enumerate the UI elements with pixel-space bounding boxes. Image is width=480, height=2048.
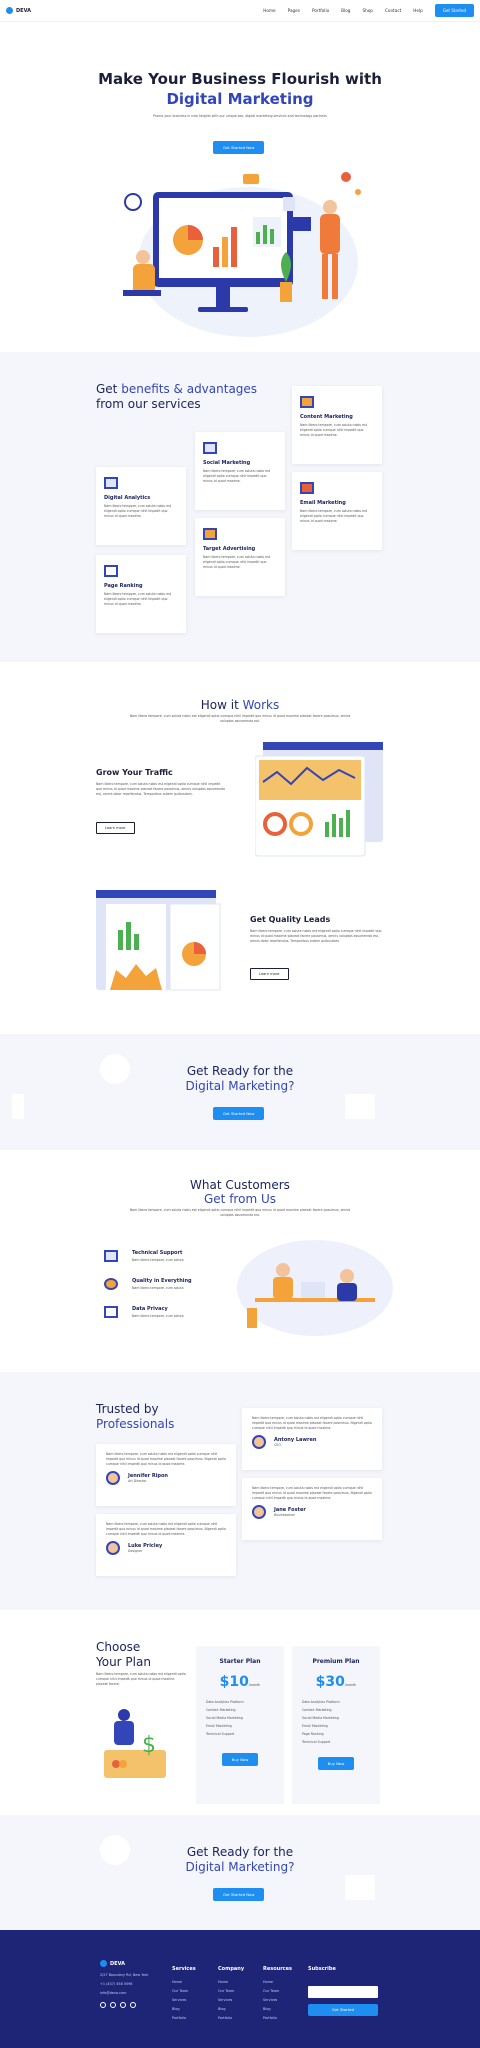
avatar <box>106 1471 120 1485</box>
svg-text:$: $ <box>142 1733 156 1758</box>
customers-subtitle: Nam libero tempore, cum soluta nobis est… <box>129 1208 351 1217</box>
starter-buy-button[interactable]: Buy Now <box>221 1753 259 1766</box>
hero-section: Make Your Business Flourish with Digital… <box>0 22 480 352</box>
cta-button[interactable]: Get Started Now <box>213 1107 265 1120</box>
nav-home[interactable]: Home <box>263 8 275 13</box>
footer-logo[interactable]: DEVA <box>100 1960 148 1967</box>
brand-logo[interactable]: DEVA <box>6 7 31 14</box>
footer-address: 2/27 Boundary Rd, New York <box>100 1973 149 1977</box>
avatar <box>252 1505 266 1519</box>
content-marketing-icon <box>300 396 314 408</box>
subscribe-email-input[interactable] <box>308 1985 378 1998</box>
email-marketing-icon <box>300 482 314 494</box>
benefit-card[interactable]: Page Ranking Nam libero tempore, cum sol… <box>96 555 186 633</box>
facebook-icon[interactable] <box>110 2002 116 2008</box>
leads-illustration <box>96 890 221 991</box>
starter-plan-card: Starter Plan $10/month Data Analytics Pl… <box>196 1646 284 1804</box>
testimonial-card: Nam libero tempore, cum soluta nobis est… <box>242 1478 382 1540</box>
page-ranking-icon <box>104 565 118 577</box>
nav-portfolio[interactable]: Portfolio <box>312 8 329 13</box>
customers-illustration <box>237 1240 393 1336</box>
footer-phone: +1 (437) 458 5596 <box>100 1982 133 1986</box>
privacy-icon <box>104 1306 118 1318</box>
cta-title-accent: Digital Marketing? <box>185 1860 295 1874</box>
feature-title-traffic: Grow Your Traffic <box>96 768 173 777</box>
nav-pages[interactable]: Pages <box>288 8 300 13</box>
cta-banner-2: Get Ready for the Digital Marketing? Get… <box>0 1815 480 1930</box>
plans-illustration: $ <box>104 1709 166 1778</box>
hero-title: Make Your Business Flourish with <box>98 70 382 88</box>
benefits-title: Get benefits & advantages from our servi… <box>96 382 258 411</box>
decor-bars <box>345 1094 375 1119</box>
footer-company: Company Home Our Team Services Blog Port… <box>218 1966 245 2020</box>
plans-title: Choose Your Plan <box>96 1640 151 1669</box>
top-nav: DEVA Home Pages Portfolio Blog Shop Cont… <box>0 0 480 22</box>
plans-text: Nam libero tempore, cum soluta nobis est… <box>96 1672 186 1686</box>
benefits-section: Get benefits & advantages from our servi… <box>0 352 480 662</box>
feature-text-leads: Nam libero tempore, cum soluta nobis est… <box>250 929 382 943</box>
footer-resources: Resources Home Our Team Services Blog Po… <box>263 1966 293 2020</box>
learn-more-leads-button[interactable]: Learn more <box>250 968 289 980</box>
premium-buy-button[interactable]: Buy Now <box>317 1757 355 1770</box>
cta-button[interactable]: Get Started Now <box>213 1888 265 1901</box>
benefit-card[interactable]: Content Marketing Nam libero tempore, cu… <box>292 386 382 464</box>
instagram-icon[interactable] <box>100 2002 106 2008</box>
testimonial-card: Nam libero tempore, cum soluta nobis est… <box>96 1514 236 1576</box>
traffic-illustration <box>255 742 383 857</box>
target-advertising-icon <box>203 528 217 540</box>
youtube-icon[interactable] <box>130 2002 136 2008</box>
cta-banner-1: Get Ready for the Digital Marketing? Get… <box>0 1034 480 1150</box>
cta-title: Get Ready for the <box>186 1064 294 1078</box>
benefit-card[interactable]: Digital Analytics Nam libero tempore, cu… <box>96 467 186 545</box>
premium-features: Data Analytics Platform Content Marketin… <box>302 1700 340 1744</box>
hero-title-accent: Digital Marketing <box>166 90 314 108</box>
logo-icon <box>100 1960 107 1967</box>
customers-title: What Customers <box>190 1178 290 1192</box>
premium-plan-card: Premium Plan $30/month Data Analytics Pl… <box>292 1646 380 1804</box>
main-menu: Home Pages Portfolio Blog Shop Contact H… <box>263 8 423 13</box>
customers-title-accent: Get from Us <box>204 1192 276 1206</box>
nav-contact[interactable]: Contact <box>385 8 401 13</box>
cta-title-accent: Digital Marketing? <box>185 1079 295 1093</box>
social-marketing-icon <box>203 442 217 454</box>
cta-title: Get Ready for the <box>186 1845 294 1859</box>
footer-email[interactable]: info@deva.com <box>100 1989 148 1998</box>
learn-more-traffic-button[interactable]: Learn more <box>96 822 135 834</box>
customers-section: What Customers Get from Us Nam libero te… <box>0 1150 480 1372</box>
feature-title-leads: Get Quality Leads <box>250 915 331 924</box>
decor-bar <box>12 1094 24 1119</box>
benefit-card[interactable]: Target Advertising Nam libero tempore, c… <box>195 518 285 596</box>
benefit-card[interactable]: Email Marketing Nam libero tempore, cum … <box>292 472 382 550</box>
nav-shop[interactable]: Shop <box>362 8 373 13</box>
footer-services: Services Home Our Team Services Blog Por… <box>172 1966 196 2020</box>
hero-illustration <box>123 172 361 337</box>
testimonial-card: Nam libero tempore, cum soluta nobis est… <box>242 1408 382 1470</box>
trusted-section: Trusted by Professionals Nam libero tempo… <box>0 1372 480 1610</box>
how-title: How it Works <box>200 698 280 712</box>
logo-icon <box>6 7 13 14</box>
testimonial-card: Nam libero tempore, cum soluta nobis est… <box>96 1444 236 1506</box>
decor-bars <box>345 1875 375 1900</box>
hero-cta-button[interactable]: Get Started Now <box>213 141 265 154</box>
footer-subscribe: Subscribe Get Started <box>308 1966 380 2016</box>
starter-features: Data Analytics Platform Content Marketin… <box>206 1700 244 1736</box>
nav-get-started-button[interactable]: Get Started <box>434 4 474 17</box>
twitter-icon[interactable] <box>120 2002 126 2008</box>
how-subtitle: Nam libero tempore, cum soluta nobis est… <box>129 714 351 723</box>
avatar <box>252 1435 266 1449</box>
support-icon <box>104 1250 118 1262</box>
feature-text-traffic: Nam libero tempore, cum soluta nobis est… <box>96 782 225 796</box>
subscribe-button[interactable]: Get Started <box>308 2003 378 2016</box>
trusted-title: Trusted by Professionals <box>96 1402 175 1431</box>
hero-subtitle: Promo your business in new heights with … <box>153 114 327 118</box>
plans-section: Choose Your Plan Nam libero tempore, cum … <box>0 1610 480 1815</box>
footer: DEVA 2/27 Boundary Rd, New York +1 (437)… <box>0 1930 480 2048</box>
how-section: How it Works Nam libero tempore, cum sol… <box>0 662 480 1034</box>
nav-blog[interactable]: Blog <box>341 8 350 13</box>
avatar <box>106 1541 120 1555</box>
benefit-card[interactable]: Social Marketing Nam libero tempore, cum… <box>195 432 285 510</box>
nav-help[interactable]: Help <box>413 8 423 13</box>
quality-icon <box>104 1278 118 1290</box>
digital-analytics-icon <box>104 477 118 489</box>
